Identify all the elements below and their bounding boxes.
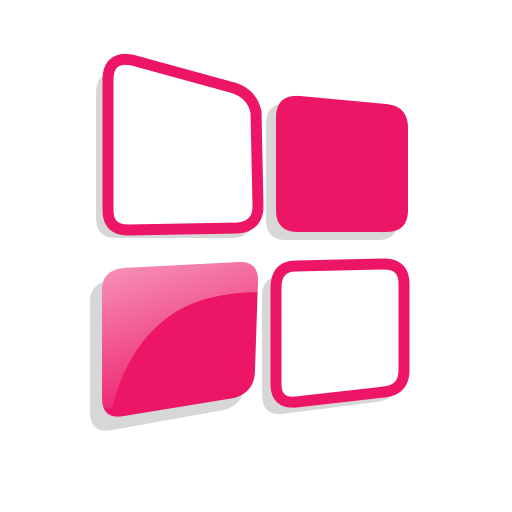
tile-bottom-right xyxy=(270,258,410,408)
tile-top-right xyxy=(276,95,408,232)
four-tile-window-logo-icon xyxy=(90,53,410,431)
app-logo xyxy=(0,0,512,512)
tile-top-left xyxy=(102,53,264,236)
